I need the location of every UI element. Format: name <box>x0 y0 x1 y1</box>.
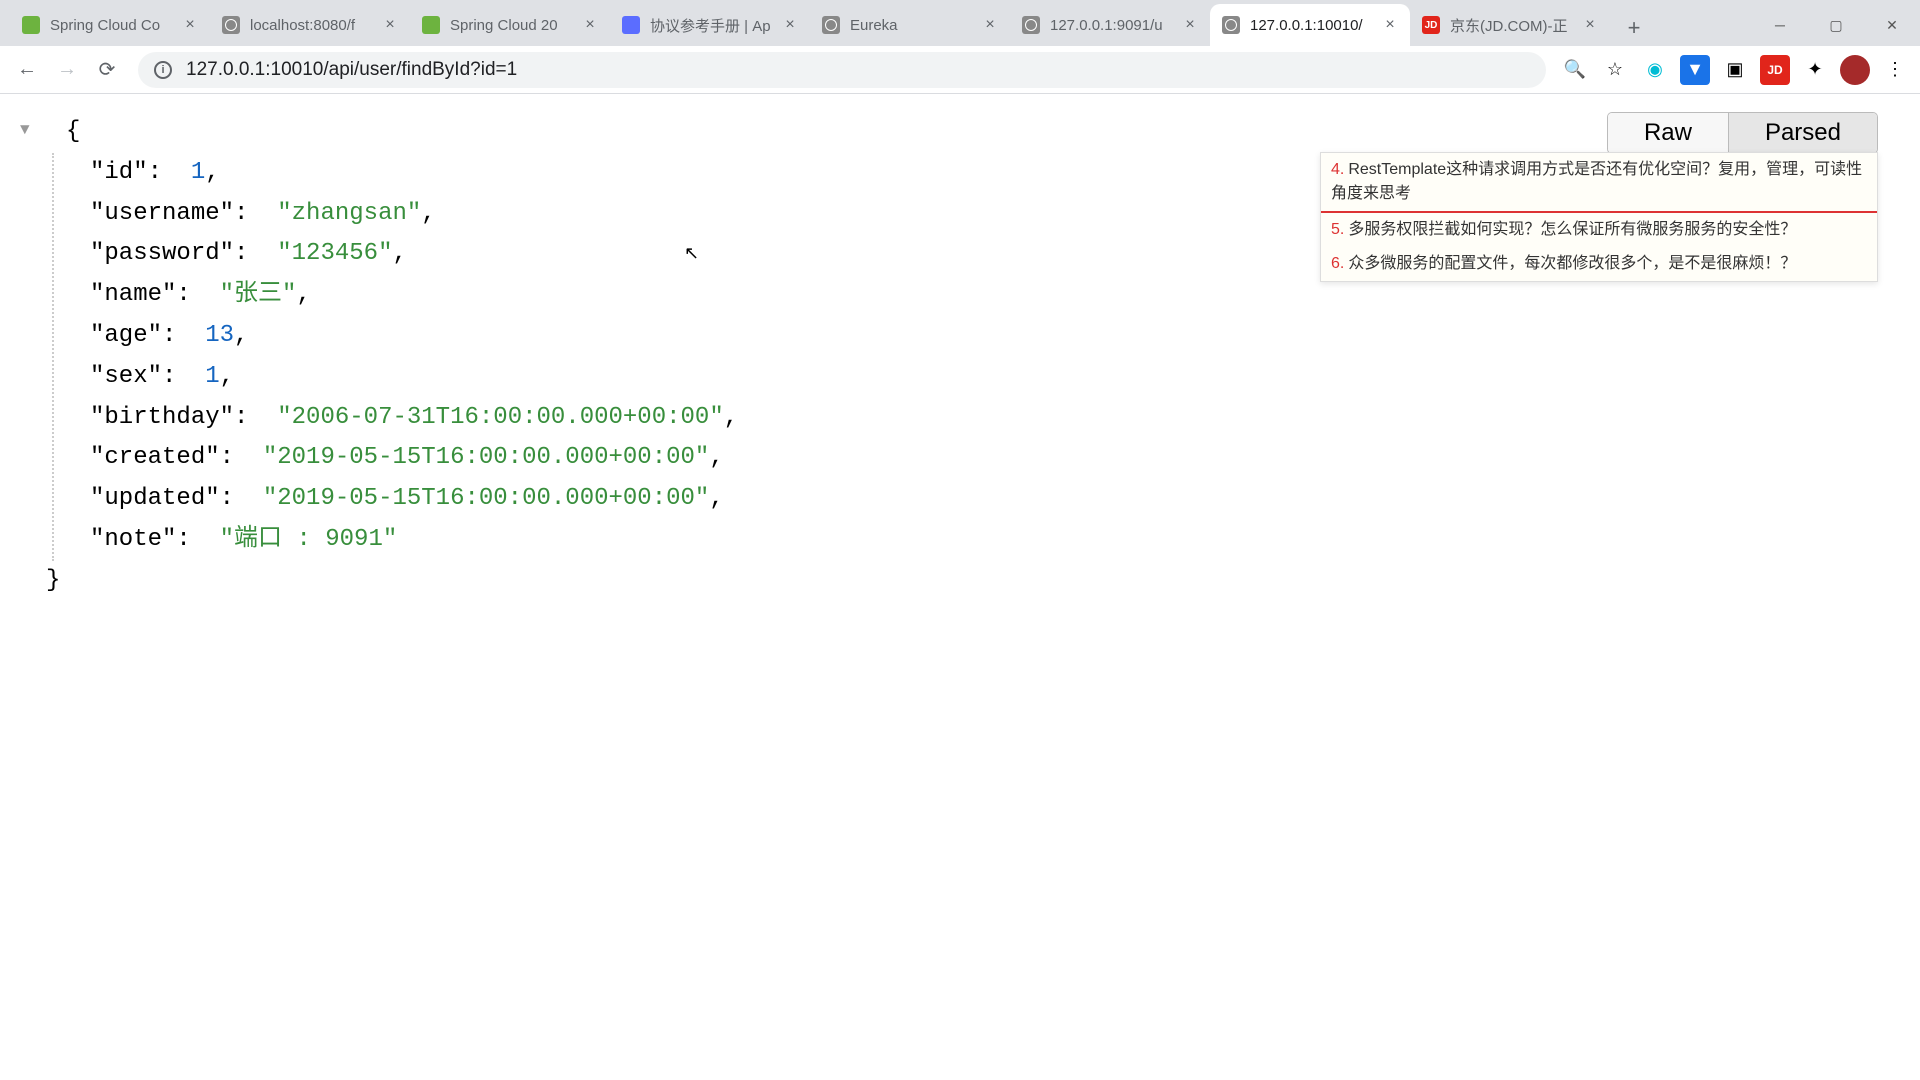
json-key: "name" <box>90 281 176 308</box>
note-text: RestTemplate这种请求调用方式是否还有优化空间？复用，管理，可读性角度… <box>1331 161 1862 202</box>
note-text: 众多微服务的配置文件，每次都修改很多个，是不是很麻烦！？ <box>1348 255 1796 272</box>
mouse-cursor-icon: ↖ <box>684 243 699 264</box>
note-number: 4. <box>1331 161 1344 178</box>
favicon-jd-icon: JD <box>1422 16 1440 34</box>
json-key: "created" <box>90 444 220 471</box>
close-brace: } <box>20 567 60 594</box>
json-value: "张三" <box>220 281 297 308</box>
bookmark-icon[interactable]: ☆ <box>1600 55 1630 85</box>
tab-label: Eureka <box>850 17 976 34</box>
toolbar: ← → ⟳ i 127.0.0.1:10010/api/user/findByI… <box>0 46 1920 94</box>
json-value: "2019-05-15T16:00:00.000+00:00" <box>263 444 709 471</box>
tab-label: 协议参考手册 | Ap <box>650 15 776 36</box>
favicon-spring-icon <box>422 16 440 34</box>
close-icon[interactable]: × <box>1382 17 1398 33</box>
tab-label: 127.0.0.1:10010/ <box>1250 17 1376 34</box>
json-key: "id" <box>90 159 148 186</box>
raw-button[interactable]: Raw <box>1608 113 1729 153</box>
extension-icon-3[interactable]: ▣ <box>1720 55 1750 85</box>
json-value: "端口 : 9091" <box>220 526 398 553</box>
close-icon[interactable]: × <box>582 17 598 33</box>
close-icon[interactable]: × <box>1582 17 1598 33</box>
favicon-globe-icon <box>222 16 240 34</box>
favicon-globe-icon <box>1022 16 1040 34</box>
view-toggle: Raw Parsed <box>1607 112 1878 154</box>
back-button[interactable]: ← <box>10 53 44 87</box>
note-row: 4.RestTemplate这种请求调用方式是否还有优化空间？复用，管理，可读性… <box>1321 153 1877 213</box>
favicon-doc-icon <box>622 16 640 34</box>
notes-overlay: 4.RestTemplate这种请求调用方式是否还有优化空间？复用，管理，可读性… <box>1320 152 1878 282</box>
note-number: 5. <box>1331 221 1344 238</box>
new-tab-button[interactable]: + <box>1616 10 1652 46</box>
site-info-icon[interactable]: i <box>154 61 172 79</box>
json-value: "123456" <box>277 240 392 267</box>
tab-label: 127.0.0.1:9091/u <box>1050 17 1176 34</box>
tab-1[interactable]: localhost:8080/f × <box>210 4 410 46</box>
tab-label: localhost:8080/f <box>250 17 376 34</box>
note-text: 多服务权限拦截如何实现？怎么保证所有微服务服务的安全性？ <box>1348 221 1796 238</box>
window-controls: ─ ▢ ✕ <box>1752 4 1920 46</box>
menu-icon[interactable]: ⋮ <box>1880 55 1910 85</box>
json-key: "note" <box>90 526 176 553</box>
close-icon[interactable]: × <box>982 17 998 33</box>
url-text: 127.0.0.1:10010/api/user/findById?id=1 <box>186 59 517 81</box>
forward-button[interactable]: → <box>50 53 84 87</box>
maximize-button[interactable]: ▢ <box>1808 4 1864 46</box>
extensions-puzzle-icon[interactable]: ✦ <box>1800 55 1830 85</box>
favicon-globe-icon <box>822 16 840 34</box>
note-row: 5.多服务权限拦截如何实现？怎么保证所有微服务服务的安全性？ <box>1321 213 1877 247</box>
minimize-button[interactable]: ─ <box>1752 4 1808 46</box>
close-icon[interactable]: × <box>382 17 398 33</box>
tab-label: Spring Cloud 20 <box>450 17 576 34</box>
close-window-button[interactable]: ✕ <box>1864 4 1920 46</box>
close-icon[interactable]: × <box>182 17 198 33</box>
tab-3[interactable]: 协议参考手册 | Ap × <box>610 4 810 46</box>
favicon-globe-icon <box>1222 16 1240 34</box>
extension-icon-1[interactable]: ◉ <box>1640 55 1670 85</box>
json-key: "username" <box>90 200 234 227</box>
tab-0[interactable]: Spring Cloud Co × <box>10 4 210 46</box>
note-row: 6.众多微服务的配置文件，每次都修改很多个，是不是很麻烦！？ <box>1321 247 1877 281</box>
tab-label: Spring Cloud Co <box>50 17 176 34</box>
json-value: 1 <box>191 159 205 186</box>
tab-7[interactable]: JD 京东(JD.COM)-正 × <box>1410 4 1610 46</box>
close-icon[interactable]: × <box>782 17 798 33</box>
collapse-toggle-icon[interactable]: ▼ <box>20 117 40 144</box>
reload-button[interactable]: ⟳ <box>90 53 124 87</box>
json-key: "password" <box>90 240 234 267</box>
parsed-button[interactable]: Parsed <box>1729 113 1877 153</box>
tab-strip: Spring Cloud Co × localhost:8080/f × Spr… <box>0 0 1920 46</box>
json-value: "2019-05-15T16:00:00.000+00:00" <box>263 485 709 512</box>
favicon-spring-icon <box>22 16 40 34</box>
close-icon[interactable]: × <box>1182 17 1198 33</box>
tab-2[interactable]: Spring Cloud 20 × <box>410 4 610 46</box>
open-brace: { <box>40 118 80 145</box>
json-key: "birthday" <box>90 404 234 431</box>
tab-4[interactable]: Eureka × <box>810 4 1010 46</box>
toolbar-icons: 🔍 ☆ ◉ ▼ ▣ JD ✦ ⋮ <box>1560 55 1910 85</box>
profile-avatar[interactable] <box>1840 55 1870 85</box>
extension-icon-2[interactable]: ▼ <box>1680 55 1710 85</box>
note-number: 6. <box>1331 255 1344 272</box>
json-value: "2006-07-31T16:00:00.000+00:00" <box>277 404 723 431</box>
tab-6[interactable]: 127.0.0.1:10010/ × <box>1210 4 1410 46</box>
json-value: "zhangsan" <box>277 200 421 227</box>
tab-label: 京东(JD.COM)-正 <box>1450 15 1576 36</box>
json-key: "updated" <box>90 485 220 512</box>
zoom-icon[interactable]: 🔍 <box>1560 55 1590 85</box>
json-value: 13 <box>205 322 234 349</box>
json-value: 1 <box>205 363 219 390</box>
tab-5[interactable]: 127.0.0.1:9091/u × <box>1010 4 1210 46</box>
json-key: "age" <box>90 322 162 349</box>
json-key: "sex" <box>90 363 162 390</box>
address-bar[interactable]: i 127.0.0.1:10010/api/user/findById?id=1 <box>138 52 1546 88</box>
extension-jd-icon[interactable]: JD <box>1760 55 1790 85</box>
